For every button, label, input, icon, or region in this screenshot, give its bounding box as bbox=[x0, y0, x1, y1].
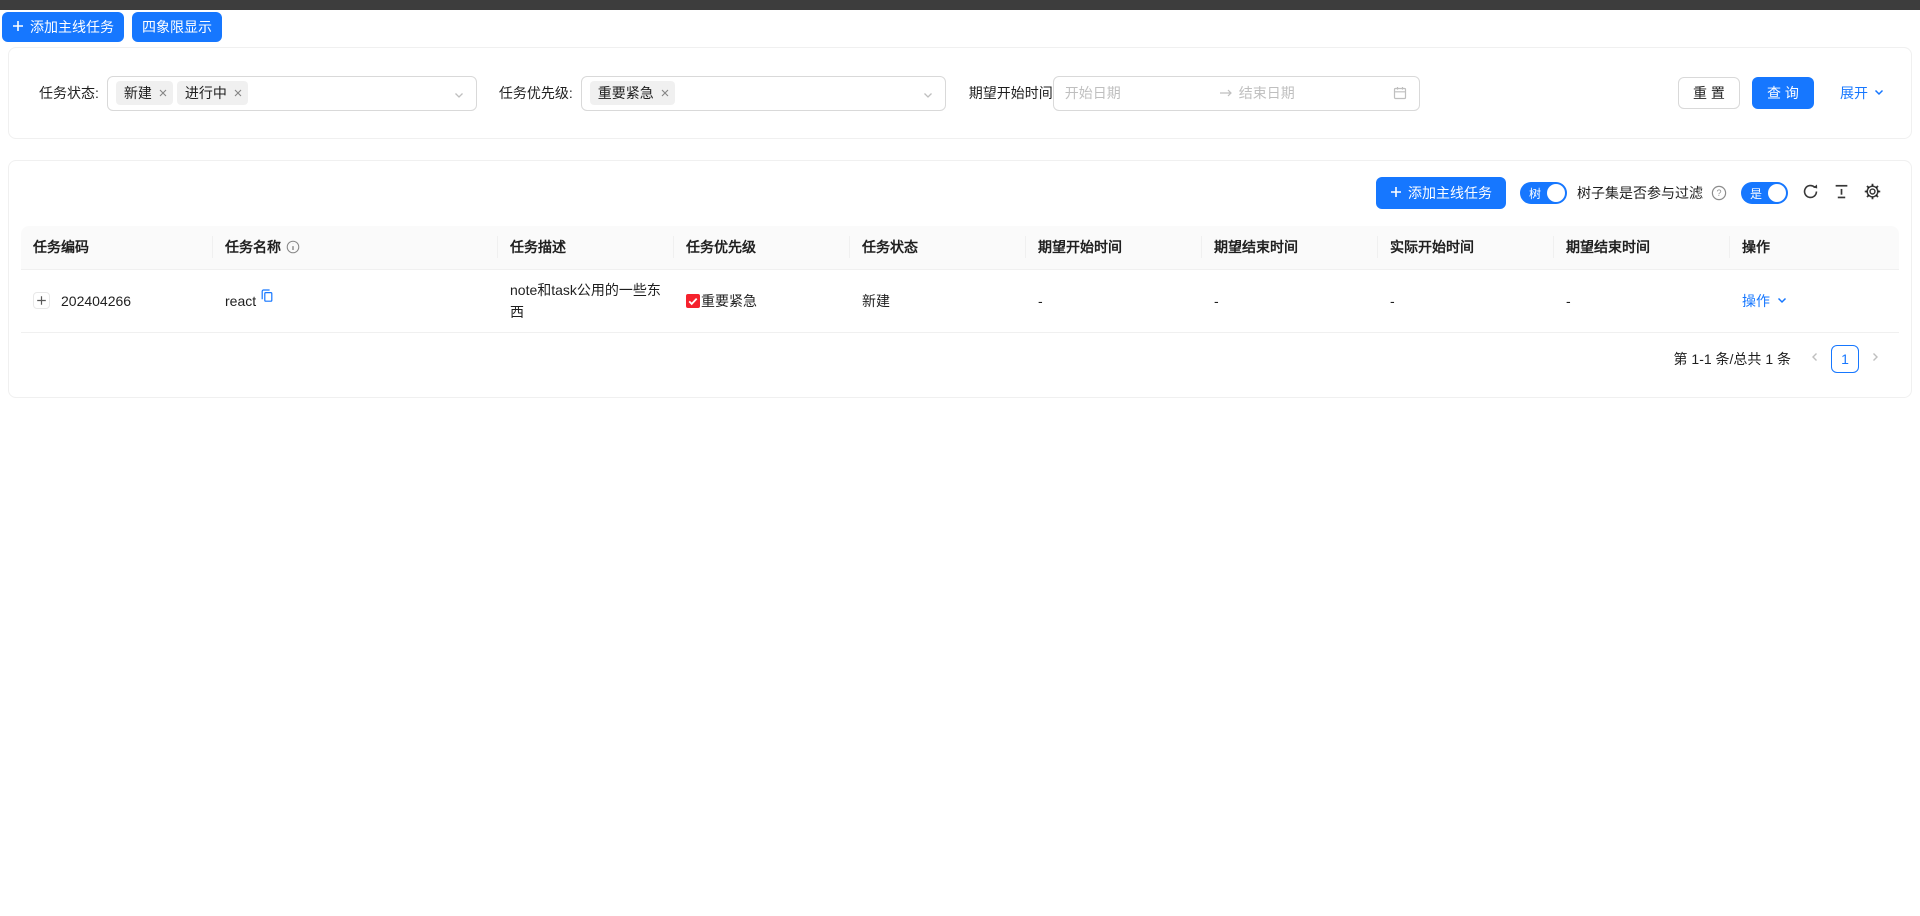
switch-knob bbox=[1547, 184, 1565, 202]
density-button[interactable] bbox=[1833, 183, 1850, 203]
calendar-icon bbox=[1392, 85, 1408, 101]
task-table: 任务编码 任务名称 任务描述 任务优先级 任务状态 期望开始时间 期望结束时间 … bbox=[21, 226, 1899, 333]
chevron-down-icon bbox=[1873, 85, 1885, 101]
priority-check-icon bbox=[686, 294, 700, 308]
start-date-input[interactable]: 开始日期 bbox=[1065, 83, 1213, 103]
task-code: 202404266 bbox=[61, 293, 131, 309]
chevron-down-icon bbox=[453, 88, 465, 104]
column-height-icon bbox=[1833, 183, 1850, 203]
column-header-actual-start: 实际开始时间 bbox=[1378, 226, 1554, 269]
add-main-task-label: 添加主线任务 bbox=[30, 17, 114, 37]
page-action-bar: 添加主线任务 四象限显示 bbox=[0, 10, 1920, 42]
column-header-expected-end-2: 期望结束时间 bbox=[1554, 226, 1730, 269]
settings-button[interactable] bbox=[1864, 183, 1881, 203]
status-filter-label: 任务状态: bbox=[39, 83, 99, 103]
plus-icon bbox=[12, 19, 24, 35]
svg-text:?: ? bbox=[1716, 188, 1721, 198]
expand-toggle[interactable]: 展开 bbox=[1834, 82, 1891, 104]
row-action-link[interactable]: 操作 bbox=[1742, 291, 1788, 311]
gear-icon bbox=[1864, 183, 1881, 203]
task-table-card: 添加主线任务 树 树子集是否参与过滤 ? 是 bbox=[8, 160, 1912, 398]
chevron-down-icon bbox=[1776, 293, 1788, 309]
tree-filter-hint: 树子集是否参与过滤 bbox=[1577, 183, 1703, 203]
next-page-button[interactable] bbox=[1867, 349, 1883, 368]
tag-remove-icon[interactable] bbox=[659, 87, 671, 99]
tag-remove-icon[interactable] bbox=[157, 87, 169, 99]
tag-remove-icon[interactable] bbox=[232, 87, 244, 99]
priority-badge: 重要紧急 bbox=[686, 291, 838, 311]
task-status: 新建 bbox=[850, 269, 1026, 332]
column-header-expected-end: 期望结束时间 bbox=[1202, 226, 1378, 269]
plus-icon bbox=[1390, 185, 1402, 201]
expected-start-date-range-picker[interactable]: 开始日期 结束日期 bbox=[1053, 76, 1420, 111]
column-header-task-description: 任务描述 bbox=[498, 226, 674, 269]
chevron-down-icon bbox=[922, 88, 934, 104]
chevron-left-icon bbox=[1809, 351, 1821, 366]
status-tag-in-progress: 进行中 bbox=[177, 81, 248, 105]
query-button[interactable]: 查 询 bbox=[1752, 77, 1814, 109]
filter-actions: 重 置 查 询 展开 bbox=[1678, 77, 1891, 109]
table-toolbar: 添加主线任务 树 树子集是否参与过滤 ? 是 bbox=[21, 177, 1899, 209]
priority-filter-label: 任务优先级: bbox=[499, 83, 573, 103]
switch-knob bbox=[1768, 184, 1786, 202]
status-tag-new: 新建 bbox=[116, 81, 173, 105]
priority-tag-important-urgent: 重要紧急 bbox=[590, 81, 675, 105]
status-select[interactable]: 新建 进行中 bbox=[107, 76, 477, 111]
page-1-button[interactable]: 1 bbox=[1831, 345, 1859, 373]
tree-filter-switch[interactable]: 是 bbox=[1741, 182, 1788, 204]
tree-mode-switch[interactable]: 树 bbox=[1520, 182, 1567, 204]
expected-end-value-2: - bbox=[1554, 269, 1730, 332]
table-row: 202404266 react note和task公用的一些东西 bbox=[21, 269, 1899, 332]
column-header-task-status: 任务状态 bbox=[850, 226, 1026, 269]
priority-select[interactable]: 重要紧急 bbox=[581, 76, 946, 111]
column-header-task-priority: 任务优先级 bbox=[674, 226, 850, 269]
window-top-strip bbox=[0, 0, 1920, 10]
quadrant-display-button[interactable]: 四象限显示 bbox=[132, 12, 222, 42]
toolbar-add-main-task-button[interactable]: 添加主线任务 bbox=[1376, 177, 1506, 209]
actual-start-value: - bbox=[1378, 269, 1554, 332]
task-name: react bbox=[225, 293, 256, 309]
end-date-input[interactable]: 结束日期 bbox=[1239, 83, 1386, 103]
range-arrow-icon bbox=[1219, 88, 1233, 98]
quadrant-display-label: 四象限显示 bbox=[142, 17, 212, 37]
info-circle-icon[interactable] bbox=[286, 240, 300, 254]
date-filter-label: 期望开始时间 bbox=[969, 83, 1053, 103]
table-header-row: 任务编码 任务名称 任务描述 任务优先级 任务状态 期望开始时间 期望结束时间 … bbox=[21, 226, 1899, 269]
chevron-right-icon bbox=[1869, 351, 1881, 366]
column-header-expected-start: 期望开始时间 bbox=[1026, 226, 1202, 269]
expected-start-value: - bbox=[1026, 269, 1202, 332]
copy-icon[interactable] bbox=[260, 288, 274, 303]
column-header-actions: 操作 bbox=[1730, 226, 1899, 269]
add-main-task-button[interactable]: 添加主线任务 bbox=[2, 12, 124, 42]
task-description: note和task公用的一些东西 bbox=[498, 269, 674, 332]
pagination-total: 第 1-1 条/总共 1 条 bbox=[1674, 349, 1791, 369]
refresh-icon bbox=[1802, 183, 1819, 203]
prev-page-button[interactable] bbox=[1807, 349, 1823, 368]
filter-card: 任务状态: 新建 进行中 任务优先级: 重要紧急 期望开始时间 bbox=[8, 47, 1912, 139]
expected-end-value: - bbox=[1202, 269, 1378, 332]
pagination: 第 1-1 条/总共 1 条 1 bbox=[21, 345, 1899, 373]
column-header-task-name: 任务名称 bbox=[213, 226, 498, 269]
refresh-button[interactable] bbox=[1802, 183, 1819, 203]
question-circle-icon[interactable]: ? bbox=[1711, 185, 1727, 201]
expand-row-button[interactable] bbox=[33, 292, 50, 309]
column-header-task-code: 任务编码 bbox=[21, 226, 213, 269]
reset-button[interactable]: 重 置 bbox=[1678, 77, 1740, 109]
